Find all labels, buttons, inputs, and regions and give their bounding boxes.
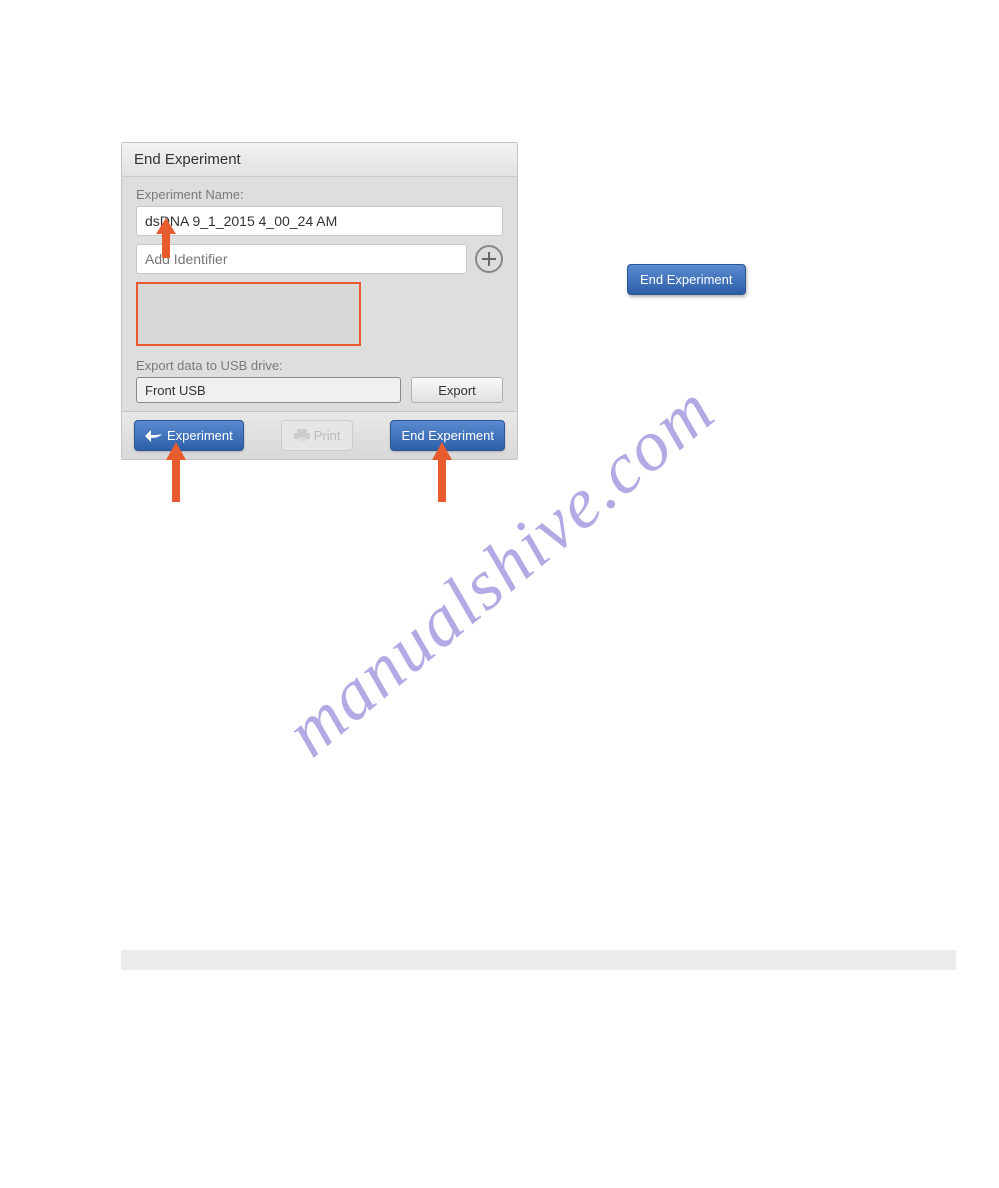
back-button-label: Experiment xyxy=(167,428,233,443)
end-experiment-dialog: End Experiment Experiment Name: Export d… xyxy=(121,142,518,460)
annotation-arrow-name xyxy=(156,218,176,258)
print-button-label: Print xyxy=(314,428,341,443)
back-arrow-icon xyxy=(145,430,163,442)
dialog-body: Experiment Name: Export data to USB driv… xyxy=(122,177,517,411)
export-row: Export xyxy=(136,377,503,403)
identifier-list-highlight xyxy=(136,282,361,346)
experiment-name-label: Experiment Name: xyxy=(136,187,503,202)
end-experiment-label: End Experiment xyxy=(401,428,494,443)
export-label: Export data to USB drive: xyxy=(136,358,503,373)
identifier-row xyxy=(136,244,503,274)
back-to-experiment-button[interactable]: Experiment xyxy=(134,420,244,451)
add-identifier-button[interactable] xyxy=(475,245,503,273)
footer-separator xyxy=(121,950,956,970)
export-button[interactable]: Export xyxy=(411,377,503,403)
annotation-arrow-back xyxy=(166,442,186,502)
identifier-input[interactable] xyxy=(136,244,467,274)
print-button: Print xyxy=(281,420,354,451)
print-icon xyxy=(294,429,310,443)
experiment-name-input[interactable] xyxy=(136,206,503,236)
annotation-arrow-end xyxy=(432,442,452,502)
standalone-end-experiment: End Experiment xyxy=(627,264,746,295)
plus-icon xyxy=(482,252,496,266)
usb-drive-select[interactable] xyxy=(136,377,401,403)
dialog-title: End Experiment xyxy=(122,143,517,177)
end-experiment-standalone-label: End Experiment xyxy=(640,272,733,287)
end-experiment-button-standalone[interactable]: End Experiment xyxy=(627,264,746,295)
